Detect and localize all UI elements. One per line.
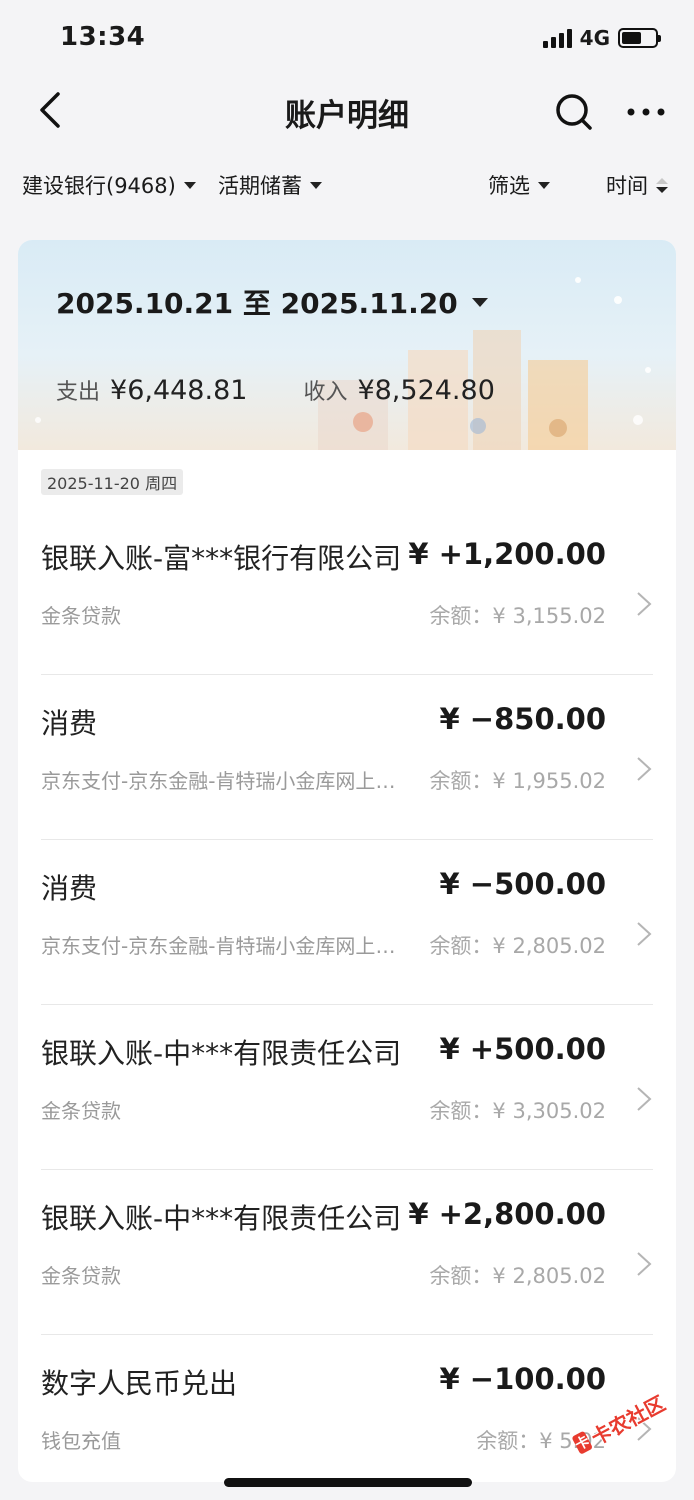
filter-button[interactable]: 筛选 [488, 170, 550, 200]
transaction-amount: ¥ +1,200.00 [408, 537, 606, 571]
expense-label: 支出 [56, 380, 101, 405]
chevron-right-icon [637, 922, 652, 946]
transaction-title: 数字人民币兑出 [41, 1367, 238, 1400]
transaction-amount: ¥ −500.00 [439, 867, 606, 901]
date-group-tag: 2025-11-20 周四 [41, 469, 184, 495]
status-bar: 13:34 4G [0, 0, 694, 76]
transaction-row[interactable]: 消费 ¥ −500.00 京东支付-京东金融-肯特瑞小金库网上支付 余额：¥ 2… [18, 840, 676, 1005]
transaction-subtitle: 钱包充值 [41, 1429, 121, 1453]
transaction-row[interactable]: 银联入账-富***银行有限公司 ¥ +1,200.00 金条贷款 余额：¥ 3,… [18, 510, 676, 675]
caret-down-icon [310, 181, 322, 189]
transaction-title: 银联入账-中***有限责任公司 [41, 1202, 402, 1235]
chevron-right-icon [637, 592, 652, 616]
transaction-subtitle: 金条贷款 [41, 1099, 121, 1123]
sort-icon [656, 177, 668, 193]
transaction-row[interactable]: 消费 ¥ −850.00 京东支付-京东金融-肯特瑞小金库网上支付 余额：¥ 1… [18, 675, 676, 840]
transaction-amount: ¥ −850.00 [439, 702, 606, 736]
battery-icon [618, 28, 661, 48]
transaction-balance: 余额：¥ 3,305.02 [429, 1099, 606, 1123]
filter-bar: 建设银行(9468) 活期储蓄 筛选 时间 [0, 160, 694, 210]
period-selector[interactable]: 2025.10.21 至 2025.11.20 [56, 282, 488, 322]
transaction-amount: ¥ −100.00 [439, 1362, 606, 1396]
summary-totals: 支出 ¥6,448.81 收入 ¥8,524.80 [56, 374, 495, 406]
sort-button[interactable]: 时间 [606, 170, 668, 200]
status-indicators: 4G [542, 24, 661, 52]
transaction-title: 消费 [41, 872, 98, 905]
transaction-amount: ¥ +2,800.00 [408, 1197, 606, 1231]
transaction-amount: ¥ +500.00 [439, 1032, 606, 1066]
summary-banner: 2025.10.21 至 2025.11.20 支出 ¥6,448.81 收入 … [18, 240, 676, 450]
status-time: 13:34 [60, 22, 146, 52]
winter-illustration [35, 277, 651, 450]
transaction-title: 消费 [41, 707, 98, 740]
back-chevron-icon [40, 92, 60, 128]
sort-label: 时间 [606, 174, 648, 198]
caret-down-icon [183, 181, 196, 189]
transaction-list: 银联入账-富***银行有限公司 ¥ +1,200.00 金条贷款 余额：¥ 3,… [18, 510, 676, 1482]
bank-selector-label: 建设银行(9468) [22, 174, 176, 198]
search-icon [556, 94, 592, 130]
period-label: 2025.10.21 至 2025.11.20 [56, 287, 458, 320]
signal-icon [542, 28, 572, 48]
expense-value: ¥6,448.81 [110, 375, 248, 406]
transaction-subtitle: 京东支付-京东金融-肯特瑞小金库网上支付 [41, 769, 401, 793]
chevron-right-icon [637, 1087, 652, 1111]
more-button[interactable] [624, 90, 668, 134]
home-indicator[interactable] [224, 1478, 472, 1487]
chevron-right-icon [637, 1252, 652, 1276]
transaction-row[interactable]: 银联入账-中***有限责任公司 ¥ +2,800.00 金条贷款 余额：¥ 2,… [18, 1170, 676, 1335]
nav-bar: 账户明细 [0, 76, 694, 146]
transaction-balance: 余额：¥ 1,955.02 [429, 769, 606, 793]
network-type: 4G [579, 26, 610, 50]
account-type-selector[interactable]: 活期储蓄 [218, 170, 322, 200]
back-button[interactable] [30, 90, 70, 130]
income-label: 收入 [303, 380, 348, 405]
chevron-right-icon [637, 757, 652, 781]
transaction-balance: 余额：¥ 3,155.02 [429, 604, 606, 628]
transaction-balance: 余额：¥ 2,805.02 [429, 1264, 606, 1288]
transaction-subtitle: 京东支付-京东金融-肯特瑞小金库网上支付 [41, 934, 401, 958]
filter-label: 筛选 [488, 174, 530, 198]
transaction-balance: 余额：¥ 2,805.02 [429, 934, 606, 958]
transactions-card: 2025.10.21 至 2025.11.20 支出 ¥6,448.81 收入 … [18, 240, 676, 1482]
transaction-title: 银联入账-富***银行有限公司 [41, 542, 402, 575]
more-icon [627, 108, 665, 116]
account-type-label: 活期储蓄 [218, 174, 302, 198]
caret-down-icon [538, 181, 550, 189]
transaction-row[interactable]: 银联入账-中***有限责任公司 ¥ +500.00 金条贷款 余额：¥ 3,30… [18, 1005, 676, 1170]
watermark-text: 卡农社区 [587, 1390, 669, 1450]
bank-selector[interactable]: 建设银行(9468) [22, 170, 196, 200]
caret-down-icon [471, 297, 488, 307]
transaction-subtitle: 金条贷款 [41, 1264, 121, 1288]
income-value: ¥8,524.80 [357, 375, 495, 406]
transaction-title: 银联入账-中***有限责任公司 [41, 1037, 402, 1070]
transaction-subtitle: 金条贷款 [41, 604, 121, 628]
search-button[interactable] [552, 90, 596, 134]
